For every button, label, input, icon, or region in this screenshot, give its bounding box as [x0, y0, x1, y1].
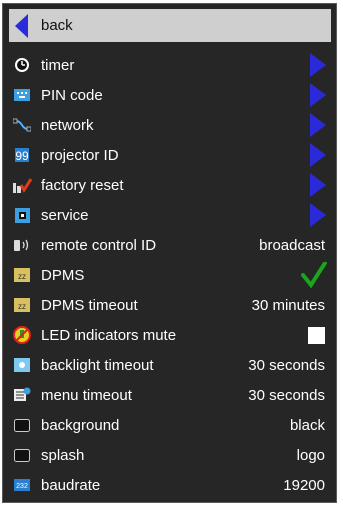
background-value: black — [289, 416, 325, 434]
menu-timeout-icon — [11, 384, 33, 406]
menu-item-label: backlight timeout — [41, 356, 154, 374]
svg-text:99: 99 — [15, 149, 29, 162]
menu-item-led-indicators-mute[interactable]: LED indicators mute — [9, 320, 331, 350]
dpms-icon: zz — [11, 264, 33, 286]
settings-menu-panel: back timer PIN code network 99 projector… — [2, 3, 337, 503]
menu-timeout-value: 30 seconds — [248, 386, 325, 404]
svg-text:zz: zz — [18, 302, 26, 311]
back-arrow-icon — [11, 13, 33, 38]
menu-item-background[interactable]: background black — [9, 410, 331, 440]
unchecked-checkbox[interactable] — [308, 326, 325, 344]
background-icon — [11, 414, 33, 436]
submenu-arrow-icon — [310, 83, 326, 107]
led-mute-icon — [11, 324, 33, 346]
menu-item-label: DPMS — [41, 266, 85, 284]
remote-control-id-value: broadcast — [259, 236, 325, 254]
menu-item-factory-reset[interactable]: factory reset — [9, 170, 331, 200]
backlight-timeout-value: 30 seconds — [248, 356, 325, 374]
keypad-icon — [11, 84, 33, 106]
menu-item-network[interactable]: network — [9, 110, 331, 140]
back-label: back — [41, 17, 73, 34]
submenu-arrow-icon — [310, 143, 326, 167]
menu-item-label: background — [41, 416, 120, 434]
menu-item-menu-timeout[interactable]: menu timeout 30 seconds — [9, 380, 331, 410]
menu-item-splash[interactable]: splash logo — [9, 440, 331, 470]
svg-text:zz: zz — [18, 272, 26, 281]
menu-item-label: LED indicators mute — [41, 326, 177, 344]
svg-text:232: 232 — [16, 483, 28, 490]
menu-item-label: service — [41, 206, 89, 224]
menu-item-dpms-timeout[interactable]: zz DPMS timeout 30 minutes — [9, 290, 331, 320]
menu-item-baudrate[interactable]: 232 baudrate 19200 — [9, 470, 331, 500]
menu-item-projector-id[interactable]: 99 projector ID — [9, 140, 331, 170]
menu-item-label: projector ID — [41, 146, 119, 164]
checkmark-icon[interactable] — [301, 262, 327, 288]
backlight-icon — [11, 354, 33, 376]
submenu-arrow-icon — [310, 173, 326, 197]
back-button[interactable]: back — [9, 9, 331, 42]
clock-icon — [11, 54, 33, 76]
menu-item-remote-control-id[interactable]: remote control ID broadcast — [9, 230, 331, 260]
splash-value: logo — [296, 446, 325, 464]
menu-item-label: factory reset — [41, 176, 124, 194]
submenu-arrow-icon — [310, 53, 326, 77]
remote-icon — [11, 234, 33, 256]
baudrate-value: 19200 — [283, 476, 325, 494]
menu-item-backlight-timeout[interactable]: backlight timeout 30 seconds — [9, 350, 331, 380]
menu-item-label: menu timeout — [41, 386, 132, 404]
menu-item-dpms[interactable]: zz DPMS — [9, 260, 331, 290]
factory-reset-icon — [11, 174, 33, 196]
dpms-timeout-value: 30 minutes — [251, 296, 325, 314]
id-quote-icon: 99 — [11, 144, 33, 166]
menu-item-label: baudrate — [41, 476, 101, 494]
splash-icon — [11, 444, 33, 466]
menu-item-label: PIN code — [41, 86, 103, 104]
menu-item-timer[interactable]: timer — [9, 50, 331, 80]
menu-item-label: timer — [41, 56, 75, 74]
menu-item-label: network — [41, 116, 94, 134]
submenu-arrow-icon — [310, 203, 326, 227]
menu-item-service[interactable]: service — [9, 200, 331, 230]
menu-item-label: remote control ID — [41, 236, 157, 254]
service-chip-icon — [11, 204, 33, 226]
dpms-timeout-icon: zz — [11, 294, 33, 316]
menu-item-pin-code[interactable]: PIN code — [9, 80, 331, 110]
submenu-arrow-icon — [310, 113, 326, 137]
baudrate-232-icon: 232 — [11, 474, 33, 496]
menu-item-label: DPMS timeout — [41, 296, 138, 314]
network-cable-icon — [11, 114, 33, 136]
menu-item-label: splash — [41, 446, 85, 464]
